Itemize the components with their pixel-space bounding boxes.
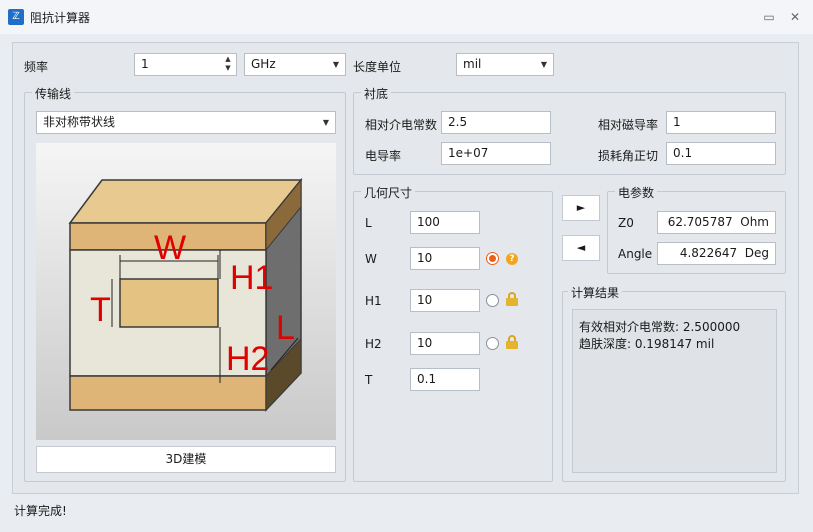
geometry-label-h2: H2 — [365, 337, 382, 351]
label-t: T — [90, 291, 111, 329]
length-input[interactable]: 100 — [410, 211, 480, 234]
synthesize-forward-button[interactable]: ► — [562, 195, 600, 221]
results-title: 计算结果 — [568, 284, 623, 301]
line-type-select[interactable]: 非对称带状线 ▼ — [36, 111, 336, 134]
angle-input[interactable]: 4.822647 Deg — [657, 242, 776, 265]
label-l: L — [276, 309, 295, 347]
geometry-title: 几何尺寸 — [361, 184, 416, 201]
frequency-unit-select[interactable]: GHz ▼ — [244, 53, 346, 76]
thickness-input[interactable]: 0.1 — [410, 368, 480, 391]
synthesize-backward-button[interactable]: ◄ — [562, 235, 600, 261]
h1-input[interactable]: 10 — [410, 289, 480, 312]
close-icon[interactable]: ✕ — [786, 8, 804, 26]
skin-depth-result: 趋肤深度: 0.198147 mil — [579, 337, 715, 351]
app-logo-icon: ℤ — [8, 9, 24, 25]
solve-h2-radio[interactable] — [486, 337, 499, 350]
chevron-down-icon: ▼ — [540, 60, 547, 69]
stripline-illustration: W H1 T H2 L — [68, 177, 303, 412]
mu-label: 相对磁导率 — [598, 118, 659, 132]
dk-input[interactable]: 2.5 — [441, 111, 551, 134]
geometry-label-w: W — [365, 252, 377, 266]
angle-unit: Deg — [744, 246, 769, 260]
results-box: 有效相对介电常数: 2.500000 趋肤深度: 0.198147 mil — [572, 309, 777, 473]
chevron-down-icon: ▼ — [332, 60, 339, 69]
frequency-input[interactable]: 1 ▲ ▼ — [134, 53, 237, 76]
title-bar: ℤ 阻抗计算器 ▭ ✕ — [0, 0, 813, 34]
z0-value: 62.705787 — [667, 215, 733, 229]
h2-input[interactable]: 10 — [410, 332, 480, 355]
frequency-spinner[interactable]: ▲ ▼ — [223, 55, 233, 74]
length-unit-value: mil — [463, 57, 482, 71]
z0-unit: Ohm — [740, 215, 769, 229]
angle-label: Angle — [618, 247, 653, 261]
geometry-label-h1: H1 — [365, 294, 382, 308]
lock-icon[interactable] — [506, 292, 518, 306]
z0-label: Z0 — [618, 216, 634, 230]
stripline-diagram: W H1 T H2 L — [36, 143, 336, 440]
effective-dk-result: 有效相对介电常数: 2.500000 — [579, 320, 741, 334]
width-input[interactable]: 10 — [410, 247, 480, 270]
conductivity-input[interactable]: 1e+07 — [441, 142, 551, 165]
loss-tangent-label: 损耗角正切 — [598, 149, 659, 163]
chevron-down-icon: ▼ — [322, 118, 329, 127]
length-unit-select[interactable]: mil ▼ — [456, 53, 554, 76]
chat-icon[interactable]: ▭ — [760, 8, 778, 26]
conductivity-label: 电导率 — [365, 149, 402, 163]
z0-input[interactable]: 62.705787 Ohm — [657, 211, 776, 234]
length-unit-label: 长度单位 — [353, 60, 402, 74]
geometry-label-t: T — [365, 373, 373, 387]
line-type-value: 非对称带状线 — [43, 115, 116, 129]
loss-tangent-input[interactable]: 0.1 — [666, 142, 776, 165]
solve-width-radio[interactable] — [486, 252, 499, 265]
window-title: 阻抗计算器 — [30, 11, 91, 25]
electrical-title: 电参数 — [615, 184, 658, 201]
label-h1: H1 — [230, 259, 273, 297]
3d-model-button[interactable]: 3D建模 — [36, 446, 336, 473]
label-h2: H2 — [226, 340, 269, 378]
lock-icon[interactable] — [506, 335, 518, 349]
transmission-line-title: 传输线 — [32, 85, 75, 102]
frequency-unit-value: GHz — [251, 57, 276, 71]
dk-label: 相对介电常数 — [365, 118, 438, 132]
frequency-value: 1 — [141, 57, 149, 71]
solve-h1-radio[interactable] — [486, 294, 499, 307]
status-text: 计算完成! — [14, 504, 67, 518]
help-icon[interactable]: ? — [506, 253, 518, 265]
geometry-label-l: L — [365, 216, 372, 230]
label-w: W — [154, 229, 186, 267]
frequency-label: 频率 — [24, 60, 49, 74]
substrate-title: 衬底 — [361, 85, 392, 102]
angle-value: 4.822647 — [679, 246, 738, 260]
mu-input[interactable]: 1 — [666, 111, 776, 134]
